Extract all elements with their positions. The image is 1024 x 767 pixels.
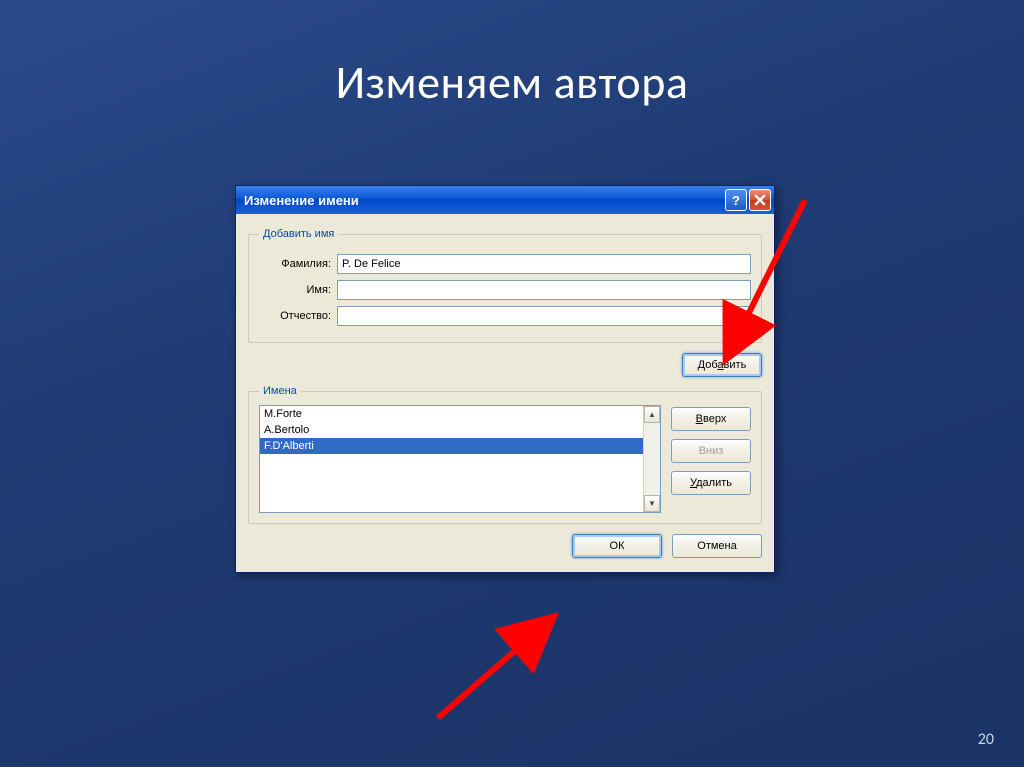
scroll-up-button[interactable]: ▲: [644, 406, 660, 423]
down-button[interactable]: Вниз: [671, 439, 751, 463]
close-button[interactable]: [749, 189, 771, 211]
delete-button[interactable]: Удалить: [671, 471, 751, 495]
listbox-scrollbar[interactable]: ▲ ▼: [643, 406, 660, 512]
help-button[interactable]: ?: [725, 189, 747, 211]
patronymic-label: Отчество:: [259, 310, 337, 322]
patronymic-input[interactable]: [337, 306, 751, 326]
chevron-up-icon: ▲: [648, 410, 656, 419]
ok-button[interactable]: ОК: [572, 534, 662, 558]
dialog-title: Изменение имени: [244, 193, 359, 208]
slide-number: 20: [978, 730, 994, 749]
list-item[interactable]: F.D'Alberti: [260, 438, 643, 454]
edit-name-dialog: Изменение имени ? Добавить имя Фамилия: …: [235, 185, 775, 573]
list-item[interactable]: M.Forte: [260, 406, 643, 422]
scroll-down-button[interactable]: ▼: [644, 495, 660, 512]
chevron-down-icon: ▼: [648, 499, 656, 508]
add-name-group: Добавить имя Фамилия: Имя: Отчество:: [248, 228, 762, 343]
add-name-legend: Добавить имя: [259, 228, 338, 240]
names-group: Имена M.ForteA.BertoloF.D'Alberti ▲ ▼: [248, 385, 762, 524]
slide-title: Изменяем автора: [0, 0, 1024, 111]
arrow-to-ok-icon: [430, 608, 590, 728]
name-input[interactable]: [337, 280, 751, 300]
list-item[interactable]: A.Bertolo: [260, 422, 643, 438]
names-legend: Имена: [259, 385, 301, 397]
dialog-titlebar[interactable]: Изменение имени ?: [236, 186, 774, 214]
name-label: Имя:: [259, 284, 337, 296]
cancel-button[interactable]: Отмена: [672, 534, 762, 558]
surname-input[interactable]: [337, 254, 751, 274]
help-icon: ?: [732, 193, 740, 208]
add-button[interactable]: Добавить: [682, 353, 762, 377]
close-icon: [754, 194, 766, 206]
up-button[interactable]: Вверх: [671, 407, 751, 431]
names-listbox[interactable]: M.ForteA.BertoloF.D'Alberti ▲ ▼: [259, 405, 661, 513]
surname-label: Фамилия:: [259, 258, 337, 270]
